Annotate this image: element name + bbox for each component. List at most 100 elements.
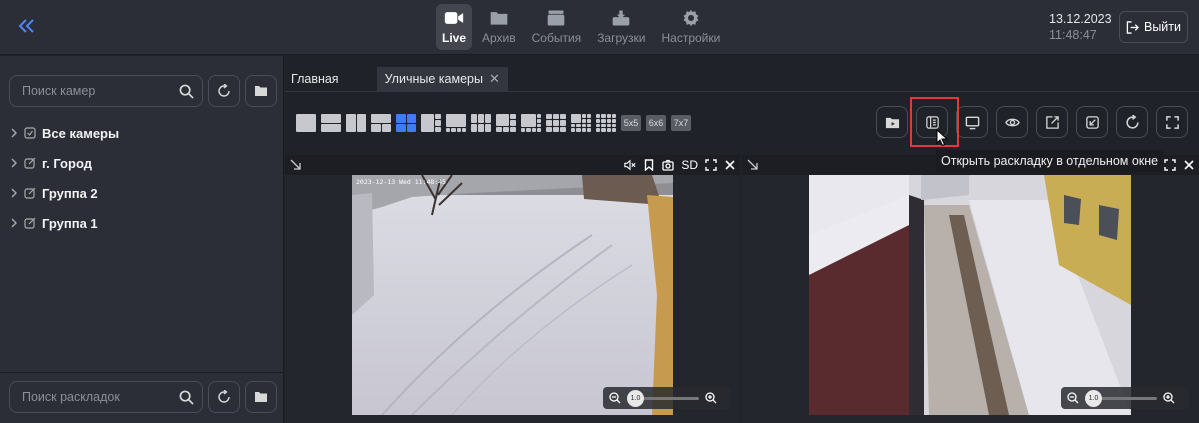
layout-2-cols-icon[interactable] [346, 114, 366, 132]
zoom-knob[interactable]: 1.0 [627, 389, 644, 407]
folder-cameras-button[interactable] [245, 75, 277, 107]
folder-layouts-button[interactable] [245, 381, 277, 413]
open-layout-folder-button[interactable] [876, 106, 908, 138]
tree-item-group-1[interactable]: Группа 1 [10, 208, 119, 238]
monitor-button[interactable] [956, 106, 988, 138]
refresh-cameras-button[interactable] [208, 75, 240, 107]
layout-6x6-button[interactable]: 6x6 [646, 115, 666, 131]
layout-1x1-icon[interactable] [296, 114, 316, 132]
close-icon[interactable] [724, 159, 736, 171]
bookmark-icon[interactable] [643, 159, 655, 171]
nav-live[interactable]: Live [436, 4, 473, 50]
monitor-icon [965, 116, 979, 129]
layout-2x2-icon[interactable] [396, 114, 416, 132]
tree-item-label: Группа 2 [42, 185, 98, 201]
nav-events[interactable]: События [526, 4, 588, 50]
share-button[interactable] [1036, 106, 1068, 138]
chevron-right-icon[interactable] [10, 128, 18, 138]
close-icon[interactable] [1183, 159, 1195, 171]
chevron-right-icon[interactable] [10, 188, 18, 198]
edit-group-icon [24, 217, 36, 229]
layout-1-plus-12-icon[interactable] [571, 114, 591, 132]
pane-header: SD [285, 155, 740, 175]
zoom-control: 1.0 [1061, 387, 1189, 409]
collapse-corner-icon [1085, 115, 1099, 129]
layout-3x3-icon[interactable] [546, 114, 566, 132]
video-pane-2[interactable]: 1.0 [742, 155, 1199, 423]
archive-folder-icon [490, 12, 508, 25]
zoom-in-icon[interactable] [1163, 392, 1175, 404]
logout-label: Выйти [1143, 20, 1181, 34]
tab-street-cameras[interactable]: Уличные камеры ✕ [376, 67, 508, 91]
layout-search-row [9, 381, 277, 413]
refresh-icon [218, 84, 230, 97]
fullscreen-icon [1165, 115, 1179, 129]
arrow-down-right-icon[interactable] [747, 159, 758, 170]
folder-video-icon [885, 117, 899, 128]
tree-item-all-cameras[interactable]: Все камеры [10, 118, 119, 148]
camera-feed-2[interactable] [809, 175, 1131, 415]
video-pane-1[interactable]: SD 2023-12-13 Wed 11:48:45 1.0 [285, 155, 740, 423]
layout-5x5-button[interactable]: 5x5 [621, 115, 641, 131]
tree-item-group-2[interactable]: Группа 2 [10, 178, 119, 208]
close-tab-icon[interactable]: ✕ [489, 71, 500, 87]
events-clapper-icon [548, 10, 565, 26]
folder-icon [255, 392, 267, 402]
nav-settings[interactable]: Настройки [655, 4, 726, 50]
layout-1-plus-7-icon[interactable] [521, 114, 541, 132]
snapshot-camera-icon[interactable] [662, 159, 674, 171]
logout-icon [1126, 20, 1139, 34]
layout-1-plus-5-icon[interactable] [496, 114, 516, 132]
tab-street-cameras-label: Уличные камеры [384, 72, 483, 86]
tabs-divider [285, 91, 1199, 92]
snow-street-scene [809, 175, 1131, 415]
fullscreen-button[interactable] [1156, 106, 1188, 138]
camera-search-input[interactable] [10, 76, 170, 106]
nav-settings-label: Настройки [661, 31, 721, 45]
tree-item-city[interactable]: г. Город [10, 148, 119, 178]
nav-live-label: Live [442, 31, 467, 45]
view-button[interactable] [996, 106, 1028, 138]
search-icon[interactable] [179, 84, 194, 99]
tab-main[interactable]: Главная [285, 67, 345, 91]
layout-search [9, 381, 203, 413]
download-icon [612, 10, 630, 26]
zoom-out-icon[interactable] [1067, 392, 1079, 404]
layout-search-input[interactable] [10, 382, 170, 412]
zoom-slider[interactable]: 1.0 [1085, 389, 1157, 407]
layout-1-plus-3-icon[interactable] [421, 114, 441, 132]
exit-fullscreen-button[interactable] [1076, 106, 1108, 138]
nav-downloads[interactable]: Загрузки [591, 4, 651, 50]
mute-icon[interactable] [624, 159, 636, 171]
chevron-right-icon[interactable] [10, 218, 18, 228]
pane-controls [1164, 157, 1195, 173]
camera-feed-1[interactable]: 2023-12-13 Wed 11:48:45 [352, 175, 673, 415]
layout-2-rows-icon[interactable] [321, 114, 341, 132]
layout-4x4-icon[interactable] [596, 114, 616, 132]
layout-tabs: Главная Уличные камеры ✕ [285, 67, 508, 91]
fullscreen-icon[interactable] [1164, 159, 1176, 171]
share-icon [1045, 115, 1059, 129]
arrow-down-right-icon[interactable] [290, 159, 301, 170]
reset-layout-button[interactable] [1116, 106, 1148, 138]
layout-1-plus-2-icon[interactable] [371, 114, 391, 132]
tab-main-label: Главная [291, 72, 339, 86]
logout-button[interactable]: Выйти [1119, 11, 1188, 43]
quality-badge[interactable]: SD [681, 158, 698, 172]
layout-1-plus-4-icon[interactable] [446, 114, 466, 132]
fullscreen-icon[interactable] [705, 159, 717, 171]
zoom-out-icon[interactable] [609, 392, 621, 404]
layout-3x2-icon[interactable] [471, 114, 491, 132]
nav-archive[interactable]: Архив [476, 4, 522, 50]
search-icon[interactable] [179, 390, 194, 405]
refresh-layouts-button[interactable] [208, 381, 240, 413]
zoom-knob[interactable]: 1.0 [1085, 389, 1102, 407]
zoom-slider[interactable]: 1.0 [627, 389, 699, 407]
zoom-in-icon[interactable] [705, 392, 717, 404]
layout-7x7-button[interactable]: 7x7 [671, 115, 691, 131]
mouse-pointer-icon [936, 129, 949, 147]
chevron-right-icon[interactable] [10, 158, 18, 168]
collapse-double-chevron-icon[interactable] [14, 14, 38, 38]
date-text: 13.12.2023 [1049, 12, 1112, 26]
video-timestamp: 2023-12-13 Wed 11:48:45 [356, 178, 447, 186]
